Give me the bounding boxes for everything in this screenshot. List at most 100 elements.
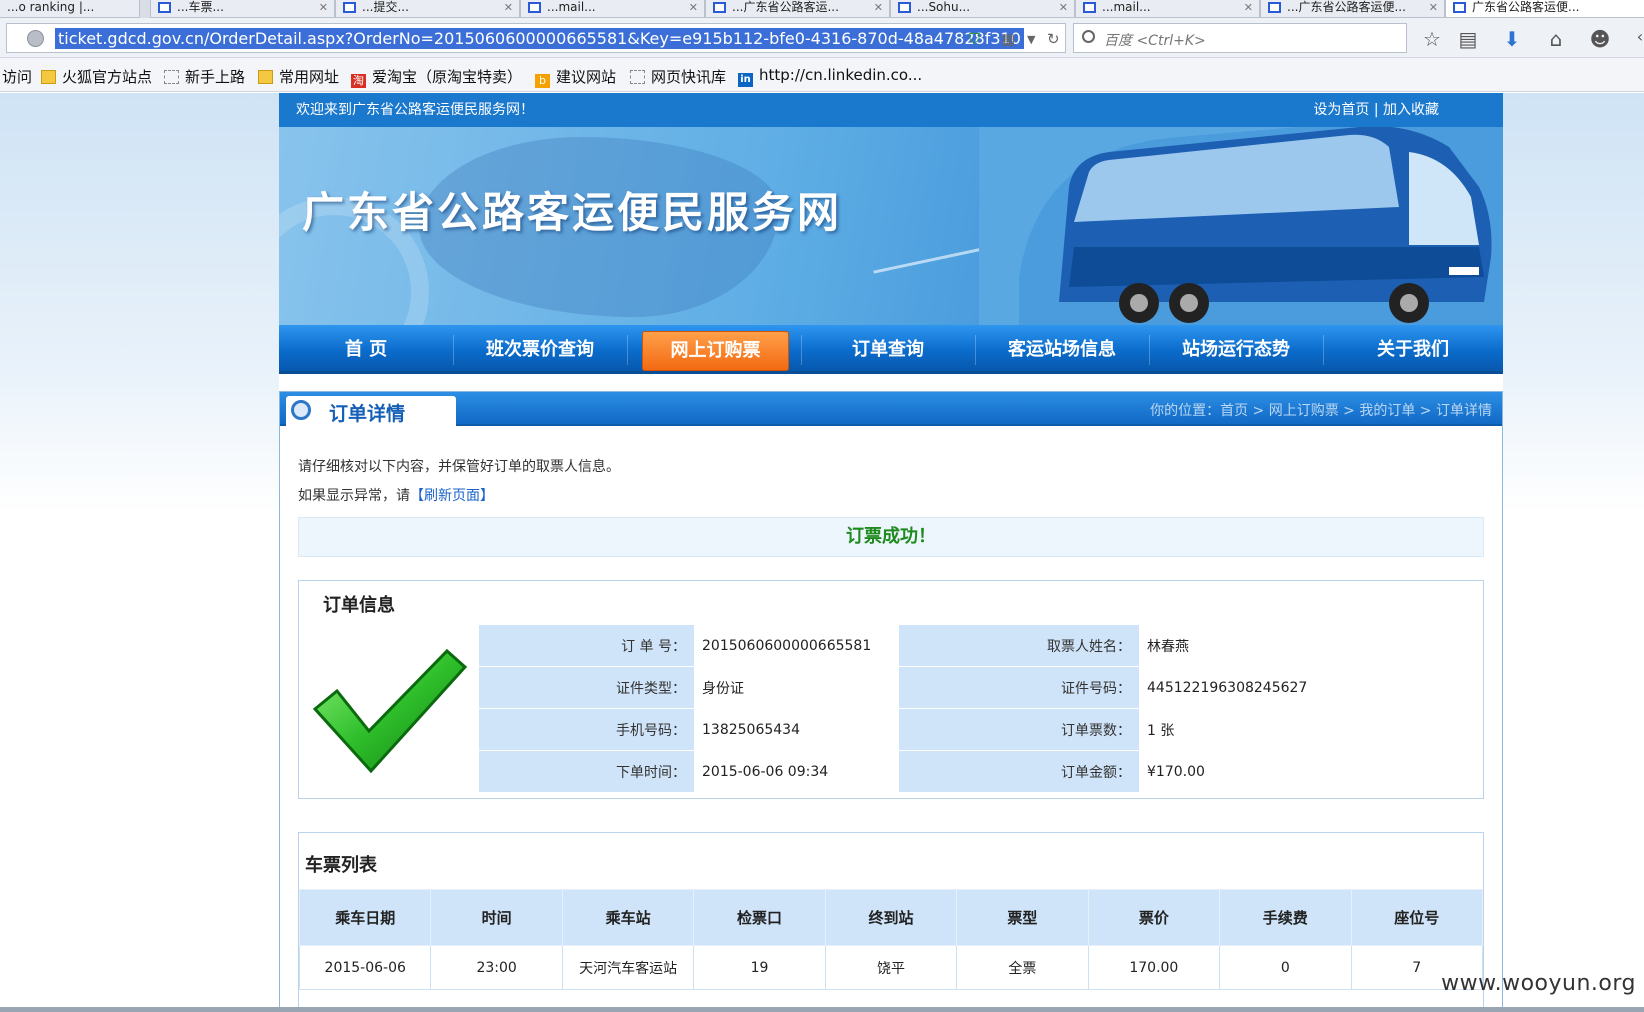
tab-label: ...mail... [547, 0, 596, 14]
nav-schedule-query[interactable]: 班次票价查询 [453, 325, 627, 374]
order-number-value: 2015060600000665581 [694, 625, 894, 667]
ticket-table: 乘车日期 时间 乘车站 检票口 终到站 票型 票价 手续费 座位号 2015-0… [298, 889, 1483, 990]
ticket-list-box: 车票列表 乘车日期 时间 乘车站 检票口 终到站 票型 票价 手续费 座位号 2… [298, 832, 1484, 1012]
page-icon [898, 2, 911, 13]
order-number-label: 订 单 号： [479, 625, 694, 667]
bookmark-item[interactable]: 访问 [2, 66, 32, 87]
browser-tab[interactable]: ...mail... ✕ [520, 0, 705, 18]
bing-icon: b [535, 74, 550, 88]
download-icon[interactable]: ⬇ [1500, 27, 1524, 51]
url-text[interactable]: ticket.gdcd.gov.cn/OrderDetail.aspx?Orde… [55, 28, 1024, 49]
close-icon[interactable]: ✕ [874, 1, 883, 15]
cell-gate: 19 [693, 945, 826, 990]
bookmark-label: 火狐官方站点 [62, 68, 153, 86]
cell-fee: 0 [1219, 945, 1352, 990]
id-number-value: 445122196308245627 [1139, 667, 1479, 709]
refresh-page-link[interactable]: 【刷新页面】 [410, 488, 494, 504]
browser-tab-strip: ...o ranking |... ...车票... ✕ ...提交... ✕ ..… [0, 0, 1644, 18]
bookmark-label: 网页快讯库 [651, 68, 727, 86]
checkmark-icon [312, 648, 468, 774]
nav-online-booking[interactable]: 网上订购票 [642, 331, 789, 371]
bookmark-item[interactable]: 火狐官方站点 [41, 66, 152, 87]
browser-tab[interactable]: ...Sohu... ✕ [890, 0, 1075, 18]
col-gate: 检票口 [693, 889, 826, 946]
cell-departure-station: 天河汽车客运站 [561, 945, 695, 990]
bookmark-item[interactable]: 新手上路 [164, 66, 245, 87]
home-icon[interactable]: ⌂ [1544, 27, 1568, 51]
nav-station-info[interactable]: 客运站场信息 [975, 325, 1149, 374]
col-departure-station: 乘车站 [561, 889, 695, 946]
reload-icon[interactable]: ↻ [1047, 30, 1060, 48]
browser-tab[interactable]: ...车票... ✕ [150, 0, 335, 18]
nav-about-us[interactable]: 关于我们 [1323, 325, 1503, 374]
page-icon [158, 2, 171, 13]
bookmark-item[interactable]: in http://cn.linkedin.co... [738, 66, 922, 87]
chat-icon[interactable]: ☻ [1588, 27, 1612, 51]
bookmark-label: 访问 [2, 68, 33, 86]
col-time: 时间 [430, 889, 563, 946]
bookmark-item[interactable]: b 建议网站 [535, 66, 616, 88]
table-row: 手机号码： 13825065434 订单票数： 1 张 [479, 709, 1479, 751]
tab-label: ...广东省公路客运便... [1287, 0, 1406, 14]
panel-tab: 订单详情 [286, 396, 456, 426]
reading-list-icon[interactable]: ▤ [1456, 27, 1480, 51]
site-topbar: 欢迎来到广东省公路客运便民服务网！ 设为首页 | 加入收藏 [279, 93, 1503, 127]
tab-label: ...o ranking |... [7, 0, 95, 14]
qr-code-icon[interactable]: ▦ [1001, 30, 1015, 48]
col-date: 乘车日期 [298, 889, 432, 946]
table-row: 2015-06-06 23:00 天河汽车客运站 19 饶平 全票 170.00… [298, 945, 1483, 990]
shield-icon[interactable]: ⛉ [969, 30, 980, 48]
taskbar-strip [0, 1007, 1644, 1012]
phone-label: 手机号码： [479, 709, 694, 751]
page-icon [1453, 2, 1466, 13]
close-icon[interactable]: ✕ [319, 1, 328, 15]
search-placeholder: 百度 <Ctrl+K> [1104, 33, 1206, 49]
browser-tab-active[interactable]: 广东省公路客运便... [1445, 0, 1644, 18]
bookmark-label: 爱淘宝（原淘宝特卖） [372, 68, 523, 86]
site-container: 欢迎来到广东省公路客运便民服务网！ 设为首页 | 加入收藏 广东省公路客运便民服… [279, 93, 1503, 1012]
page-icon [1083, 2, 1096, 13]
cell-time: 23:00 [430, 945, 563, 990]
col-ticket-type: 票型 [956, 889, 1089, 946]
close-icon[interactable]: ✕ [1059, 1, 1068, 15]
site-banner: 广东省公路客运便民服务网 [279, 127, 1503, 325]
set-home-link[interactable]: 设为首页 [1313, 102, 1369, 118]
breadcrumb: 你的位置：首页 > 网上订购票 > 我的订单 > 订单详情 [1150, 403, 1492, 419]
search-box[interactable]: 百度 <Ctrl+K> [1073, 23, 1407, 53]
browser-tab[interactable]: ...o ranking |... [0, 0, 140, 18]
close-icon[interactable]: ✕ [1429, 1, 1438, 15]
browser-tab[interactable]: ...mail... ✕ [1075, 0, 1260, 18]
id-type-value: 身份证 [694, 667, 894, 709]
table-row: 下单时间： 2015-06-06 09:34 订单金额： ¥170.00 [479, 751, 1479, 793]
close-icon[interactable]: ✕ [1244, 1, 1253, 15]
col-destination: 终到站 [824, 889, 958, 946]
bookmark-item[interactable]: 网页快讯库 [630, 66, 726, 87]
dropdown-icon[interactable]: ▼ [1027, 33, 1035, 46]
id-number-label: 证件号码： [899, 667, 1139, 709]
more-icon[interactable]: ‹ [1628, 27, 1644, 46]
table-row: 订 单 号： 2015060600000665581 取票人姓名： 林春燕 [479, 625, 1479, 667]
bookmark-label: 新手上路 [185, 68, 246, 86]
browser-tab[interactable]: ...广东省公路客运便... ✕ [1260, 0, 1445, 18]
bookmark-item[interactable]: 常用网址 [258, 66, 339, 87]
browser-tab[interactable]: ...提交... ✕ [335, 0, 520, 18]
tab-label: ...广东省公路客运... [732, 0, 839, 14]
add-favorite-link[interactable]: 加入收藏 [1383, 102, 1439, 118]
close-icon[interactable]: ✕ [689, 1, 698, 15]
magnifier-icon [291, 400, 311, 420]
ticket-count-value: 1 张 [1139, 709, 1479, 751]
notice-text: 请仔细核对以下内容，并保管好订单的取票人信息。 [298, 459, 620, 475]
nav-home[interactable]: 首 页 [279, 325, 453, 374]
browser-tab[interactable]: ...广东省公路客运... ✕ [705, 0, 890, 18]
tab-label: ...Sohu... [917, 0, 971, 14]
id-type-label: 证件类型： [479, 667, 694, 709]
nav-order-query[interactable]: 订单查询 [801, 325, 975, 374]
nav-station-status[interactable]: 站场运行态势 [1149, 325, 1323, 374]
star-icon[interactable]: ☆ [1420, 27, 1444, 51]
close-icon[interactable]: ✕ [504, 1, 513, 15]
watermark: www.wooyun.org [1441, 971, 1636, 996]
globe-icon [27, 30, 44, 47]
bookmark-item[interactable]: 淘爱淘宝（原淘宝特卖） [351, 66, 522, 88]
address-bar[interactable]: ticket.gdcd.gov.cn/OrderDetail.aspx?Orde… [6, 23, 1066, 53]
pickup-name-label: 取票人姓名： [899, 625, 1139, 667]
